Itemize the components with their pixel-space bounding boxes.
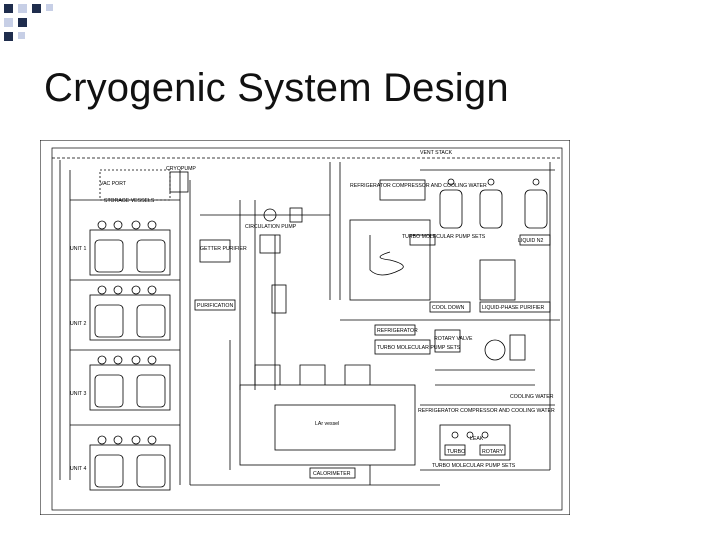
label-getter-purifier: GETTER PURIFIER xyxy=(200,246,247,252)
cryogenic-schematic: VAC PORT STORAGE VESSELS CRYOPUMP CIRCUL… xyxy=(40,140,570,515)
label-refrigerator: REFRIGERATOR xyxy=(377,328,418,334)
label-liquid-n2: LIQUID N2 xyxy=(518,238,543,244)
label-vent-stack: VENT STACK xyxy=(420,150,453,156)
label-purification: PURIFICATION xyxy=(197,303,233,309)
label-leak: LEAK xyxy=(470,436,484,442)
slide-title: Cryogenic System Design xyxy=(44,66,509,110)
label-vessel-body: LAr vessel xyxy=(315,421,339,427)
label-unit-2: UNIT 2 xyxy=(70,321,86,327)
label-circulation-pump: CIRCULATION PUMP xyxy=(245,224,297,230)
label-refrigerator-compressor: REFRIGERATOR COMPRESSOR AND COOLING WATE… xyxy=(350,183,487,189)
slide-corner-decoration xyxy=(4,4,53,41)
label-storage-vessels: STORAGE VESSELS xyxy=(104,198,155,204)
label-cool-down: COOL DOWN xyxy=(432,305,465,311)
label-liquid-phase-purifier: LIQUID-PHASE PURIFIER xyxy=(482,305,545,311)
label-turbo-pump-sets-bottom: TURBO MOLECULAR PUMP SETS xyxy=(432,463,516,469)
label-cooling-water: COOLING WATER xyxy=(510,394,554,400)
label-rotary: ROTARY xyxy=(482,449,504,455)
label-unit-3: UNIT 3 xyxy=(70,391,86,397)
storage-unit-group xyxy=(89,229,171,491)
label-turbo-pump-sets-mid: TURBO MOLECULAR PUMP SETS xyxy=(377,345,461,351)
label-turbo: TURBO xyxy=(447,449,465,455)
label-vac-port: VAC PORT xyxy=(100,181,127,187)
label-refrig-compressor-bottom: REFRIGERATOR COMPRESSOR AND COOLING WATE… xyxy=(418,408,555,414)
label-unit-4: UNIT 4 xyxy=(70,466,86,472)
label-unit-1: UNIT 1 xyxy=(70,246,86,252)
label-cryopump: CRYOPUMP xyxy=(166,166,196,172)
label-turbo-pump-sets-top: TURBO MOLECULAR PUMP SETS xyxy=(402,234,486,240)
label-rotary-valve: ROTARY VALVE xyxy=(434,336,473,342)
label-calorimeter: CALORIMETER xyxy=(313,471,351,477)
